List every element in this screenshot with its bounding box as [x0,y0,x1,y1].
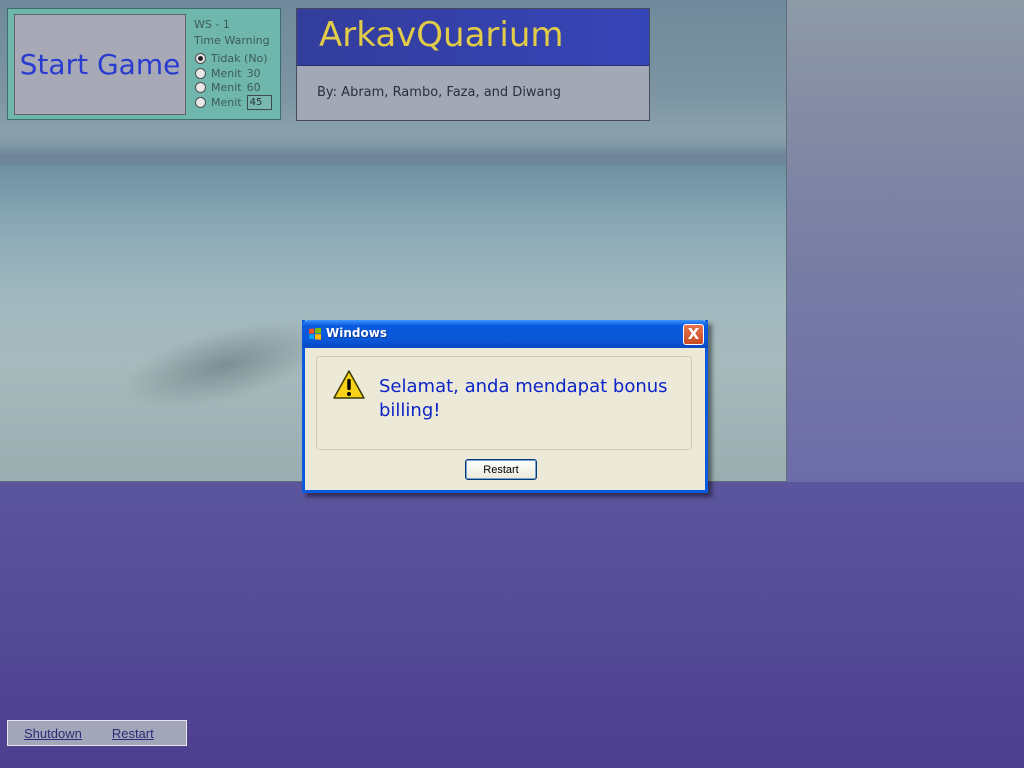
title-banner: ArkavQuarium [297,9,649,66]
restart-link[interactable]: Restart [112,726,154,741]
shutdown-link[interactable]: Shutdown [24,726,82,741]
radio-button[interactable] [195,53,206,64]
dialog-title: Windows [326,326,387,340]
radio-label: Menit [211,67,242,80]
restart-dialog-button[interactable]: Restart [465,459,537,480]
warning-icon [333,370,365,399]
radio-label: Tidak (No) [211,52,268,65]
desktop-background-strip [787,0,1024,482]
radio-option-custom[interactable]: Menit [195,95,272,110]
dialog-titlebar[interactable]: Windows X [302,320,708,348]
start-game-button[interactable]: Start Game [14,14,186,115]
radio-value: 60 [246,81,261,94]
workstation-label: WS - 1 [194,18,230,31]
authors-byline: By: Abram, Rambo, Faza, and Diwang [317,85,562,100]
title-panel: ArkavQuarium By: Abram, Rambo, Faza, and… [296,8,650,121]
radio-option-no[interactable]: Tidak (No) [195,52,268,65]
radio-button[interactable] [195,97,206,108]
message-area: Selamat, anda mendapat bonus billing! [316,356,692,450]
radio-option-60[interactable]: Menit 60 [195,81,261,94]
radio-value: 30 [246,67,261,80]
start-panel: Start Game WS - 1 Time Warning Tidak (No… [7,8,281,120]
time-warning-label: Time Warning [194,34,270,47]
radio-label: Menit [211,81,242,94]
message-dialog: Windows X Selamat, anda mendapat bonus b… [302,320,708,493]
radio-option-30[interactable]: Menit 30 [195,67,261,80]
custom-minutes-input[interactable] [246,95,272,110]
radio-button[interactable] [195,82,206,93]
app-title: ArkavQuarium [319,15,564,55]
horizon-shore [0,146,787,166]
radio-button[interactable] [195,68,206,79]
close-button[interactable]: X [683,324,704,345]
windows-logo-icon [309,327,321,340]
dialog-message: Selamat, anda mendapat bonus billing! [379,376,668,421]
radio-label: Menit [211,96,242,109]
bottom-nav-bar: Shutdown Restart [7,720,187,746]
